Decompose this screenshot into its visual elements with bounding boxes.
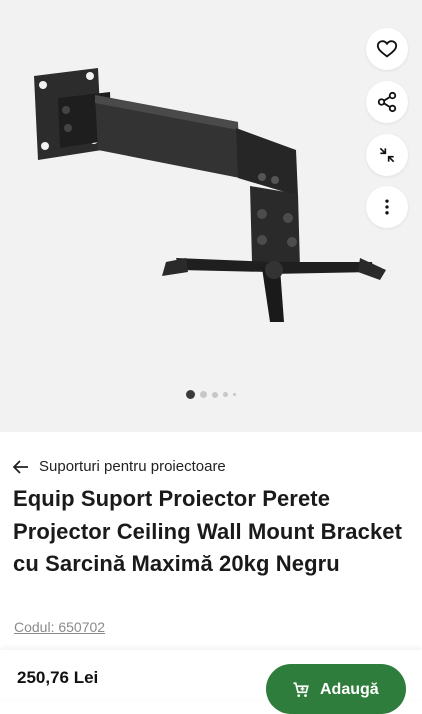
share-button[interactable] <box>366 81 408 123</box>
product-image <box>34 68 386 322</box>
collapse-icon <box>379 147 395 163</box>
carousel-dot[interactable] <box>233 393 236 396</box>
breadcrumb-label: Suporturi pentru proiectoare <box>39 458 226 475</box>
breadcrumb[interactable]: Suporturi pentru proiectoare <box>13 458 226 475</box>
purchase-bar: 250,76 Lei Adaugă <box>0 650 422 714</box>
product-price: 250,76 Lei <box>17 668 99 687</box>
carousel-dot[interactable] <box>212 391 218 398</box>
product-code[interactable]: Codul: 650702 <box>14 619 105 635</box>
product-title: Equip Suport Proiector Perete Projector … <box>13 486 403 576</box>
carousel-dot[interactable] <box>223 392 228 397</box>
arrow-left-icon <box>13 459 28 474</box>
cart-plus-icon <box>293 682 309 697</box>
more-button[interactable] <box>366 186 408 228</box>
carousel-dot[interactable] <box>186 390 195 399</box>
heart-icon <box>376 40 398 58</box>
share-icon <box>377 91 397 113</box>
more-vertical-icon <box>385 199 389 215</box>
favorite-button[interactable] <box>366 28 408 70</box>
add-to-cart-label: Adaugă <box>320 681 379 698</box>
collapse-button[interactable] <box>366 134 408 176</box>
carousel-dot[interactable] <box>200 391 207 398</box>
add-to-cart-button[interactable]: Adaugă <box>266 664 406 714</box>
product-gallery[interactable] <box>0 0 422 432</box>
carousel-dots[interactable] <box>0 390 422 399</box>
